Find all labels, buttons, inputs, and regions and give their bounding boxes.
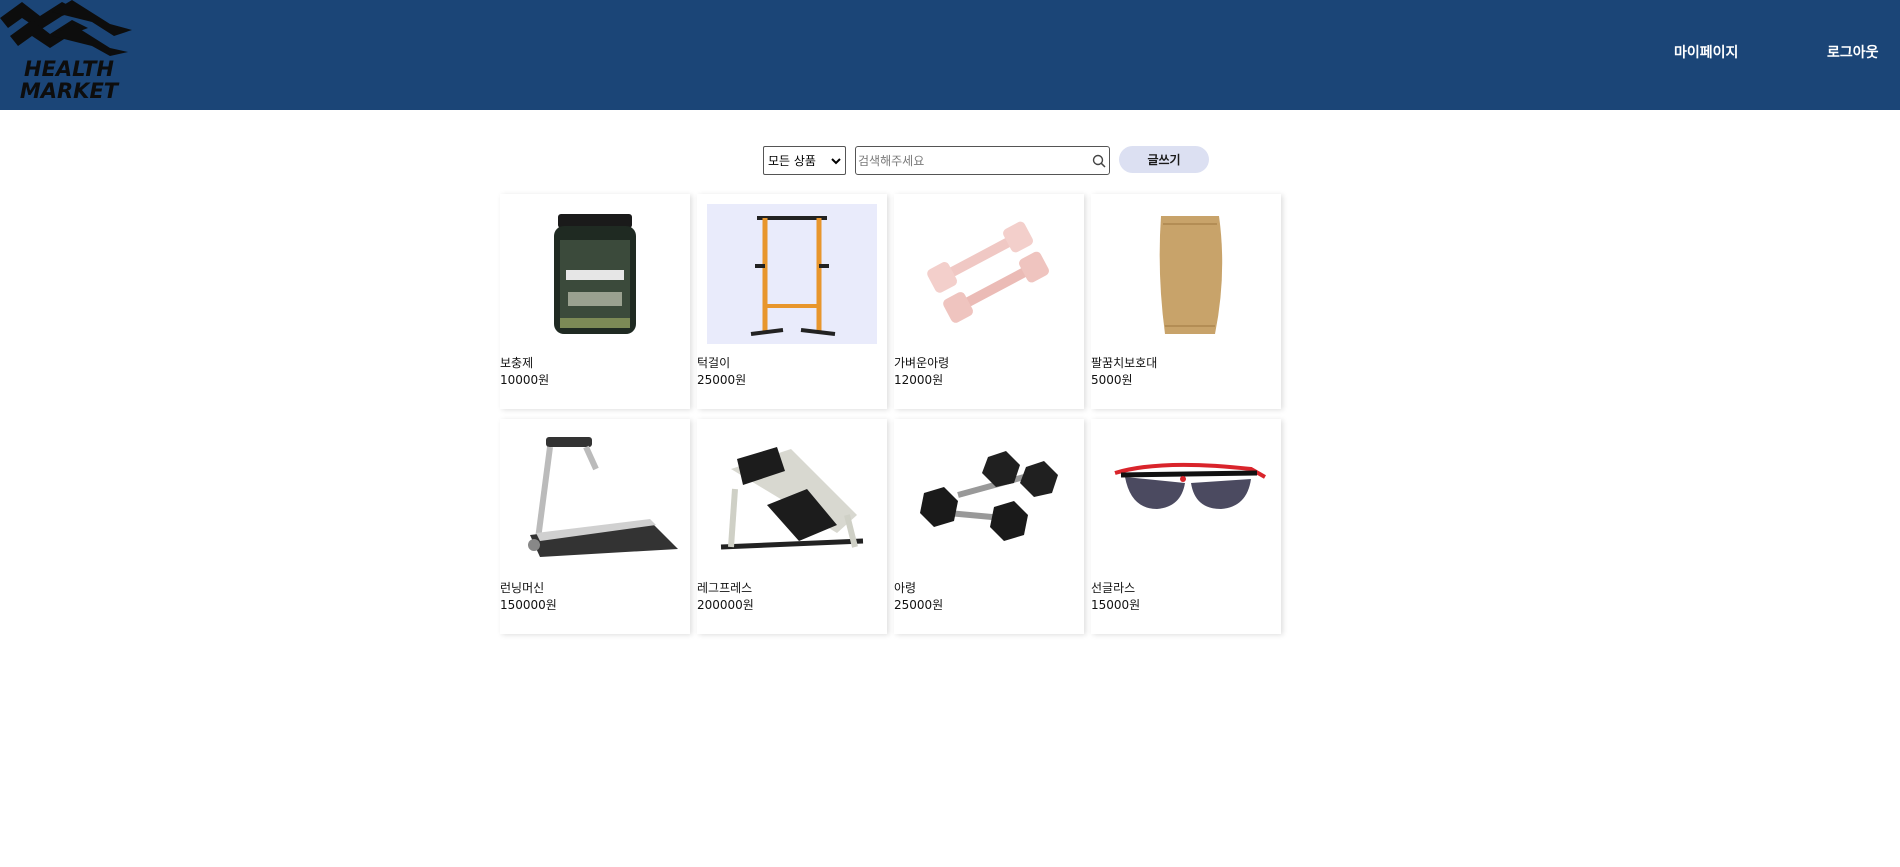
- product-card[interactable]: 팔꿈치보호대 5000원: [1091, 194, 1281, 409]
- product-price: 12000원: [894, 373, 944, 387]
- product-price: 25000원: [697, 373, 747, 387]
- treadmill-icon: [528, 437, 678, 557]
- logo-chevron-icon: [0, 0, 132, 56]
- logout-link[interactable]: 로그아웃: [1827, 42, 1879, 62]
- product-price: 5000원: [1091, 373, 1133, 387]
- logo-text-health: HEALTH: [24, 57, 114, 81]
- logo-text-market: MARKET: [19, 79, 119, 103]
- write-post-button[interactable]: 글쓰기: [1119, 146, 1209, 173]
- product-name: 보충제: [500, 356, 534, 370]
- leg-press-icon: [720, 447, 864, 550]
- chevron-down-icon: [831, 158, 841, 165]
- product-name: 가벼운아령: [894, 356, 950, 370]
- search-icon[interactable]: [1091, 153, 1107, 169]
- hex-dumbbell-icon: [920, 451, 1058, 541]
- pink-dumbbell-icon: [927, 221, 1049, 323]
- product-price: 200000원: [697, 598, 754, 612]
- pullup-tower-icon: [707, 204, 877, 344]
- product-card[interactable]: 레그프레스 200000원: [697, 419, 887, 634]
- product-price: 25000원: [894, 598, 944, 612]
- search-input[interactable]: [858, 149, 1086, 172]
- health-market-logo[interactable]: HEALTH MARKET: [0, 0, 135, 108]
- product-card[interactable]: 가벼운아령 12000원: [894, 194, 1084, 409]
- category-select[interactable]: 모든 상품: [763, 146, 846, 175]
- top-header: HEALTH MARKET 마이페이지 로그아웃: [0, 0, 1900, 110]
- elbow-sleeve-icon: [1159, 216, 1223, 334]
- product-name: 팔꿈치보호대: [1091, 356, 1158, 370]
- product-card[interactable]: 선글라스 15000원: [1091, 419, 1281, 634]
- product-card[interactable]: 아령 25000원: [894, 419, 1084, 634]
- product-name: 턱걸이: [697, 356, 731, 370]
- product-price: 150000원: [500, 598, 557, 612]
- product-name: 런닝머신: [500, 581, 545, 595]
- sunglasses-icon: [1114, 462, 1266, 509]
- product-name: 레그프레스: [697, 581, 753, 595]
- product-price: 10000원: [500, 373, 550, 387]
- product-grid: 보충제 10000원 턱걸이 25000원 가벼운아령 12000원 팔꿈치보호…: [0, 0, 1900, 867]
- product-card[interactable]: 턱걸이 25000원: [697, 194, 887, 409]
- product-card[interactable]: 보충제 10000원: [500, 194, 690, 409]
- search-field: [855, 146, 1110, 175]
- protein-tub-icon: [554, 214, 636, 334]
- mypage-link[interactable]: 마이페이지: [1674, 42, 1738, 62]
- product-name: 아령: [894, 581, 917, 595]
- product-name: 선글라스: [1091, 581, 1136, 595]
- category-selected-label: 모든 상품: [768, 154, 816, 168]
- product-price: 15000원: [1091, 598, 1141, 612]
- product-card[interactable]: 런닝머신 150000원: [500, 419, 690, 634]
